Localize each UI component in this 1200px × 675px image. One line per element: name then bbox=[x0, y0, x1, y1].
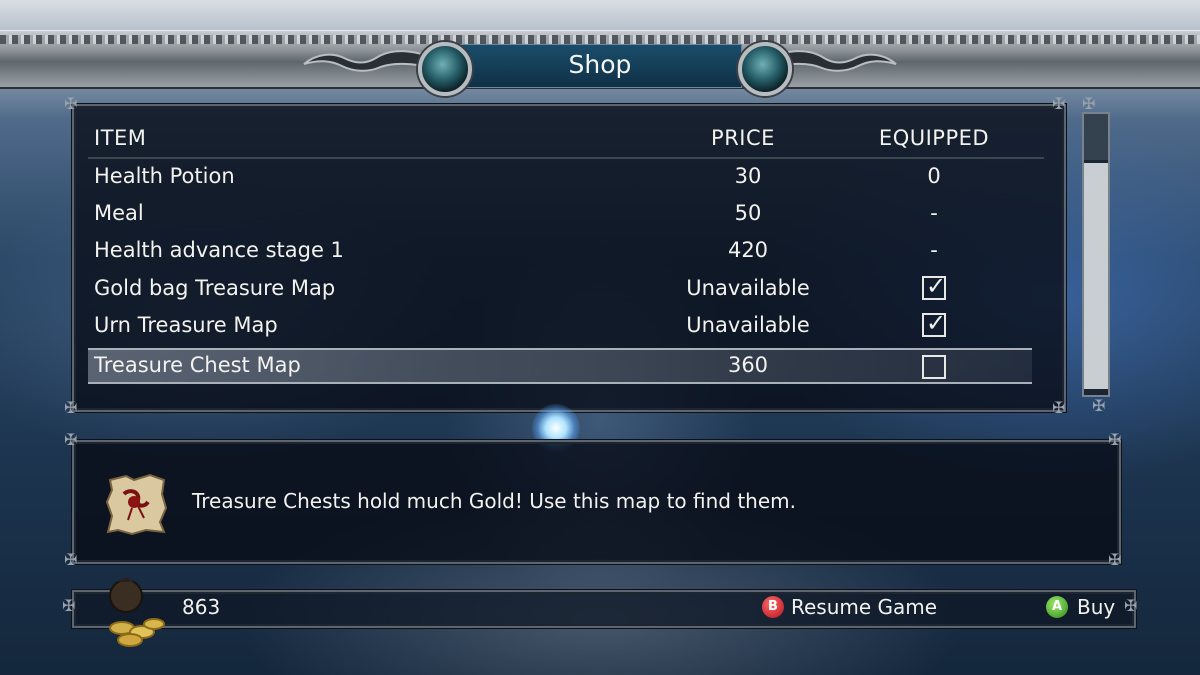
item-name: Health Potion bbox=[94, 164, 235, 188]
equipped-checkbox[interactable]: ✓ bbox=[922, 309, 946, 337]
corner-knot-icon: ✠ bbox=[62, 596, 76, 615]
column-header-equipped: EQUIPPED bbox=[878, 126, 990, 150]
item-name: Treasure Chest Map bbox=[94, 353, 301, 377]
item-price: Unavailable bbox=[686, 276, 810, 300]
a-button-icon[interactable]: A bbox=[1046, 596, 1068, 618]
right-orb-icon bbox=[738, 42, 792, 96]
checkmark-icon: ✓ bbox=[926, 272, 947, 300]
item-equipped: - bbox=[930, 238, 938, 262]
corner-knot-icon: ✠ bbox=[64, 430, 78, 449]
item-name: Health advance stage 1 bbox=[94, 238, 344, 262]
item-equipped: - bbox=[930, 201, 938, 225]
treasure-map-icon bbox=[105, 473, 168, 536]
corner-knot-icon: ✠ bbox=[1092, 396, 1106, 415]
corner-knot-icon: ✠ bbox=[1082, 94, 1096, 113]
buy-button[interactable]: Buy bbox=[1077, 595, 1115, 619]
table-row[interactable]: Health Potion 30 0 bbox=[88, 160, 1032, 196]
item-name: Gold bag Treasure Map bbox=[94, 276, 336, 300]
table-row[interactable]: Health advance stage 1 420 - bbox=[88, 234, 1032, 270]
table-row-selected[interactable]: Treasure Chest Map 360 bbox=[88, 348, 1032, 384]
item-price: Unavailable bbox=[686, 313, 810, 337]
item-description: Treasure Chests hold much Gold! Use this… bbox=[192, 489, 797, 513]
corner-knot-icon: ✠ bbox=[64, 550, 78, 569]
gold-pouch-icon bbox=[109, 578, 165, 647]
scrollbar-thumb[interactable] bbox=[1084, 163, 1108, 389]
scrollbar-empty bbox=[1084, 114, 1108, 160]
resume-game-button[interactable]: Resume Game bbox=[791, 595, 937, 619]
corner-knot-icon: ✠ bbox=[1124, 596, 1138, 615]
b-button-icon[interactable]: B bbox=[762, 596, 784, 618]
page-title: Shop bbox=[568, 50, 632, 79]
table-row[interactable]: Gold bag Treasure Map Unavailable ✓ bbox=[88, 272, 1032, 308]
checkmark-icon: ✓ bbox=[926, 309, 947, 337]
corner-knot-icon: ✠ bbox=[1052, 398, 1066, 417]
equipped-checkbox[interactable]: ✓ bbox=[922, 272, 946, 300]
item-name: Meal bbox=[94, 201, 144, 225]
header-divider bbox=[88, 157, 1044, 159]
item-equipped: 0 bbox=[927, 164, 941, 188]
equipped-checkbox[interactable] bbox=[922, 355, 946, 379]
bottom-bar bbox=[72, 590, 1136, 628]
column-header-price: PRICE bbox=[711, 126, 775, 150]
gold-amount: 863 bbox=[182, 595, 221, 619]
corner-knot-icon: ✠ bbox=[1108, 550, 1122, 569]
table-row[interactable]: Meal 50 - bbox=[88, 197, 1032, 233]
column-header-item: ITEM bbox=[94, 126, 147, 150]
item-price: 360 bbox=[727, 353, 769, 377]
corner-knot-icon: ✠ bbox=[64, 94, 78, 113]
corner-knot-icon: ✠ bbox=[64, 398, 78, 417]
corner-knot-icon: ✠ bbox=[1108, 430, 1122, 449]
table-row[interactable]: Urn Treasure Map Unavailable ✓ bbox=[88, 309, 1032, 345]
item-name: Urn Treasure Map bbox=[94, 313, 278, 337]
corner-knot-icon: ✠ bbox=[1052, 94, 1066, 113]
